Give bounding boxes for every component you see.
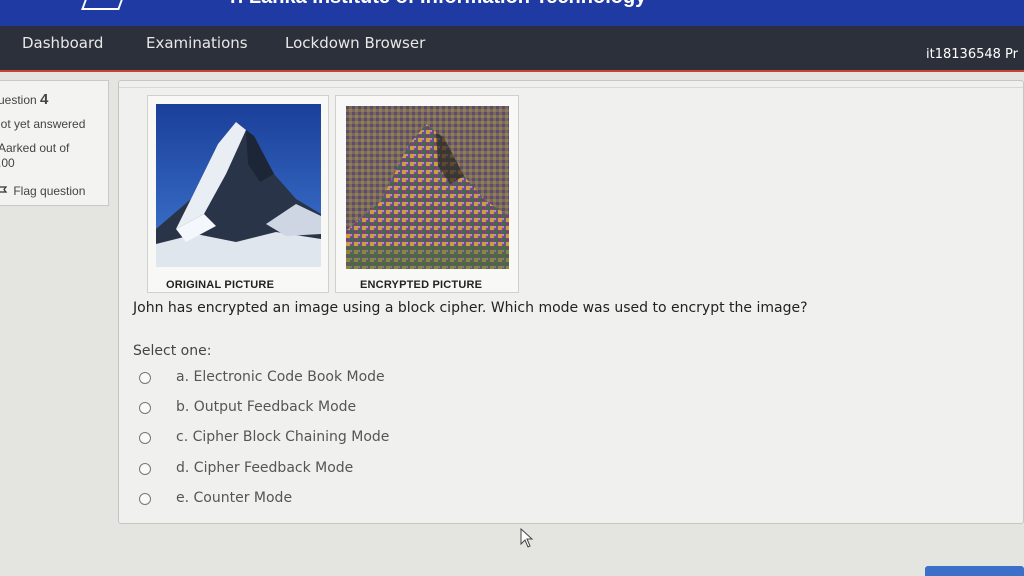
option-e[interactable]: e. Counter Mode	[139, 490, 539, 510]
nav-dashboard[interactable]: Dashboard	[22, 34, 103, 52]
top-banner: ri Lanka Institute of Information Techno…	[0, 0, 1024, 26]
radio-button[interactable]	[139, 432, 151, 444]
banner-title: ri Lanka Institute of Information Techno…	[230, 0, 646, 9]
radio-button[interactable]	[139, 402, 151, 414]
encrypted-image-frame: ENCRYPTED PICTURE	[335, 95, 519, 293]
radio-button[interactable]	[139, 493, 151, 505]
option-b[interactable]: b. Output Feedback Mode	[139, 399, 539, 419]
option-c[interactable]: c. Cipher Block Chaining Mode	[139, 429, 539, 449]
marks-label: Aarked out of	[0, 141, 70, 155]
option-a[interactable]: a. Electronic Code Book Mode	[139, 369, 539, 389]
encrypted-caption: ENCRYPTED PICTURE	[360, 279, 483, 291]
question-number: uestion 4	[0, 91, 49, 108]
radio-button[interactable]	[139, 372, 151, 384]
original-image-frame: ORIGINAL PICTURE	[147, 95, 329, 293]
institute-logo	[81, 0, 125, 10]
flag-question-link[interactable]: Flag question	[0, 184, 85, 198]
nav-examinations[interactable]: Examinations	[146, 34, 248, 52]
question-panel: ORIGINAL PICTURE ENCRYPTED PICTURE John …	[118, 80, 1024, 524]
option-d[interactable]: d. Cipher Feedback Mode	[139, 460, 539, 480]
mouse-cursor-icon	[520, 527, 534, 553]
question-info-box: uestion 4 lot yet answered Aarked out of…	[0, 80, 109, 206]
flag-icon	[0, 185, 8, 195]
navbar: Dashboard Examinations Lockdown Browser …	[0, 26, 1024, 72]
radio-button[interactable]	[139, 463, 151, 475]
encrypted-picture	[346, 106, 509, 269]
user-menu[interactable]: it18136548 Pr	[926, 47, 1018, 62]
select-one-label: Select one:	[133, 343, 212, 359]
question-status: lot yet answered	[0, 117, 86, 131]
original-picture	[156, 104, 321, 267]
nav-lockdown-browser[interactable]: Lockdown Browser	[285, 34, 425, 52]
original-caption: ORIGINAL PICTURE	[166, 279, 275, 291]
question-text: John has encrypted an image using a bloc…	[133, 300, 808, 316]
marks-value: .00	[0, 156, 15, 170]
